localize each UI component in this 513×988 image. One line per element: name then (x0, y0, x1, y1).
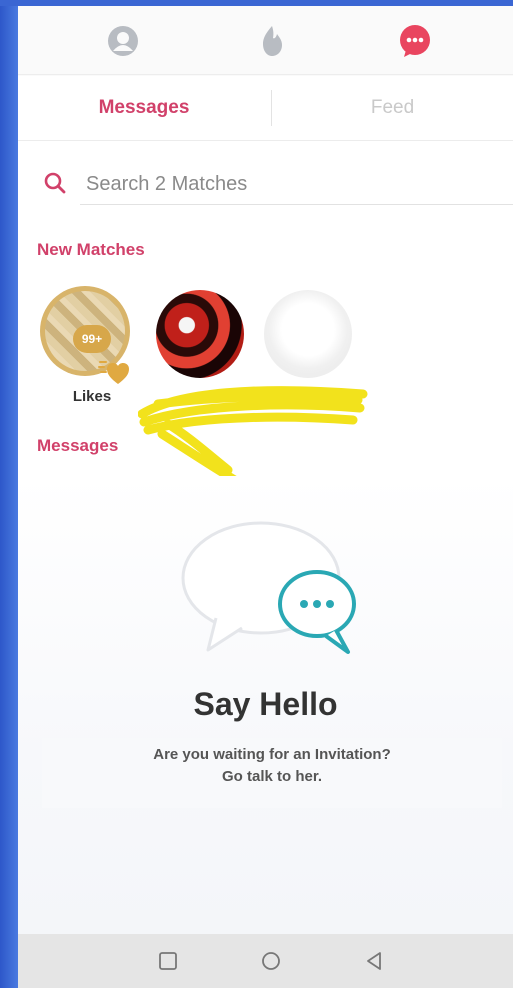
empty-state: Say Hello Are you waiting for an Invitat… (18, 476, 513, 936)
say-hello-title: Say Hello (193, 686, 338, 722)
hint-line-2: Go talk to her. (221, 768, 323, 785)
redaction-scribble (138, 386, 368, 484)
system-nav-bar (18, 934, 513, 988)
search-bar (18, 156, 513, 212)
profile-icon[interactable] (106, 24, 140, 58)
home-icon[interactable] (258, 948, 284, 974)
back-icon[interactable] (361, 948, 387, 974)
tab-feed[interactable]: Feed (272, 76, 513, 140)
search-input[interactable] (80, 164, 513, 205)
hint-line-1: Are you waiting for an Invitation? (153, 746, 391, 763)
heart-icon (98, 358, 132, 386)
messages-heading: Messages (37, 436, 119, 455)
likes-button[interactable]: 99+ (40, 286, 130, 384)
chat-icon[interactable] (398, 24, 432, 58)
chat-bubbles-illustration (181, 521, 356, 654)
likes-label: Likes (72, 388, 112, 405)
match-avatar[interactable] (156, 290, 244, 378)
match-avatar[interactable] (264, 290, 352, 378)
new-matches-heading: New Matches (37, 240, 145, 259)
tab-bar: Messages Feed (18, 76, 513, 141)
top-nav-bar (18, 6, 513, 76)
hint-box: Are you waiting for an Invitation? Go ta… (42, 738, 502, 808)
likes-count-badge: 99+ (73, 325, 111, 353)
topbar-divider (18, 74, 513, 75)
tab-messages[interactable]: Messages (18, 76, 270, 140)
window-frame-left (0, 0, 18, 988)
app-screen: Messages Feed New Matches 99+ Likes (18, 6, 513, 988)
search-icon (42, 170, 68, 196)
recent-apps-icon[interactable] (155, 948, 181, 974)
flame-icon[interactable] (255, 24, 289, 58)
